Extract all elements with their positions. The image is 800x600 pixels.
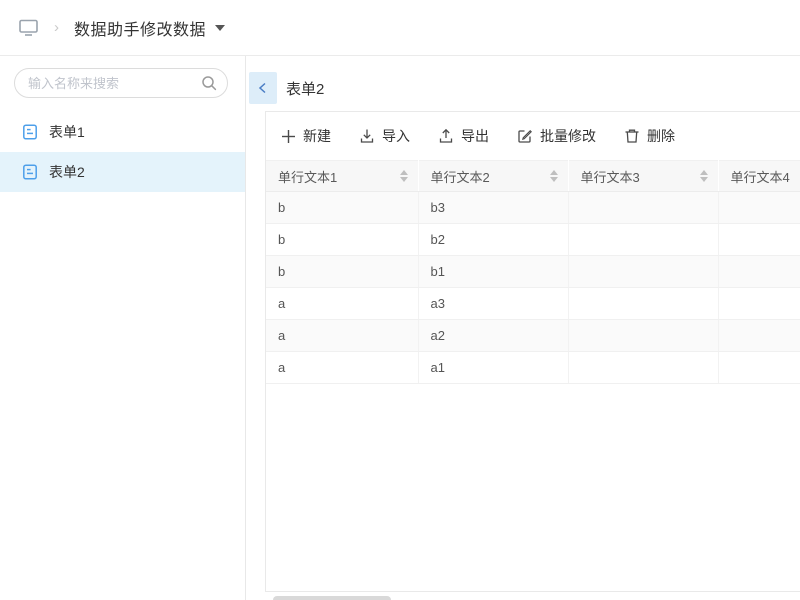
form-document-icon (22, 164, 38, 180)
table-cell[interactable] (718, 288, 800, 320)
column-header[interactable]: 单行文本4 (718, 161, 800, 192)
table-cell[interactable]: b (266, 224, 418, 256)
sidebar: 表单1 表单2 (0, 56, 246, 600)
import-button-label: 导入 (382, 126, 410, 146)
table-cell[interactable] (718, 224, 800, 256)
batch-edit-button-label: 批量修改 (540, 126, 596, 146)
topbar: › 数据助手修改数据 (0, 0, 800, 56)
chevron-left-icon (256, 81, 270, 95)
new-button-label: 新建 (303, 126, 331, 146)
page-title: 表单2 (286, 78, 324, 99)
search-box (14, 68, 228, 98)
export-button[interactable]: 导出 (438, 126, 489, 146)
table-cell[interactable]: b (266, 256, 418, 288)
data-card: 新建 导入 导出 (265, 111, 800, 592)
sidebar-item-label: 表单2 (49, 162, 85, 182)
page-header: 表单2 (249, 72, 800, 104)
table-cell[interactable] (568, 320, 718, 352)
main-panel: 表单2 新建 导入 (246, 56, 800, 600)
search-input[interactable] (14, 68, 228, 98)
sort-carets-icon[interactable] (394, 170, 408, 182)
table-cell[interactable] (568, 192, 718, 224)
table-row[interactable]: b b1 (266, 256, 800, 288)
table-cell[interactable]: b3 (418, 192, 568, 224)
back-button[interactable] (249, 72, 277, 104)
sidebar-item-form1[interactable]: 表单1 (0, 112, 245, 152)
column-label: 单行文本3 (581, 167, 640, 186)
app-title[interactable]: 数据助手修改数据 (74, 16, 206, 40)
search-icon[interactable] (201, 75, 217, 91)
sidebar-item-form2[interactable]: 表单2 (0, 152, 245, 192)
export-icon (438, 128, 454, 144)
delete-button[interactable]: 删除 (624, 126, 675, 146)
table-cell[interactable] (718, 352, 800, 384)
trash-icon (624, 128, 640, 144)
edit-icon (517, 128, 533, 144)
table-cell[interactable]: a1 (418, 352, 568, 384)
sort-carets-icon[interactable] (694, 170, 708, 182)
table-row[interactable]: a a1 (266, 352, 800, 384)
table-row[interactable]: a a2 (266, 320, 800, 352)
table-cell[interactable] (568, 288, 718, 320)
column-header[interactable]: 单行文本3 (568, 161, 718, 192)
table-cell[interactable]: b (266, 192, 418, 224)
table-cell[interactable] (718, 320, 800, 352)
table-row[interactable]: b b2 (266, 224, 800, 256)
delete-button-label: 删除 (647, 126, 675, 146)
table-cell[interactable]: a (266, 288, 418, 320)
new-button[interactable]: 新建 (281, 126, 331, 146)
table-cell[interactable] (718, 256, 800, 288)
horizontal-scrollbar-thumb[interactable] (273, 596, 391, 600)
data-table-wrap: 单行文本1 单行文本2 (266, 160, 800, 384)
column-label: 单行文本4 (731, 167, 790, 186)
column-label: 单行文本1 (278, 167, 337, 186)
column-label: 单行文本2 (431, 167, 490, 186)
table-cell[interactable] (568, 224, 718, 256)
table-cell[interactable] (568, 352, 718, 384)
export-button-label: 导出 (461, 126, 489, 146)
table-cell[interactable]: a (266, 320, 418, 352)
batch-edit-button[interactable]: 批量修改 (517, 126, 596, 146)
table-cell[interactable]: b2 (418, 224, 568, 256)
table-header-row: 单行文本1 单行文本2 (266, 161, 800, 192)
form-document-icon (22, 124, 38, 140)
toolbar: 新建 导入 导出 (266, 112, 800, 160)
table-row[interactable]: b b3 (266, 192, 800, 224)
chevron-down-icon[interactable] (215, 25, 225, 31)
plus-icon (281, 129, 296, 144)
table-cell[interactable]: a (266, 352, 418, 384)
monitor-icon[interactable] (18, 18, 39, 37)
table-cell[interactable] (568, 256, 718, 288)
table-row[interactable]: a a3 (266, 288, 800, 320)
table-cell[interactable] (718, 192, 800, 224)
import-button[interactable]: 导入 (359, 126, 410, 146)
breadcrumb-separator: › (54, 19, 59, 36)
import-icon (359, 128, 375, 144)
column-header[interactable]: 单行文本2 (418, 161, 568, 192)
table-cell[interactable]: b1 (418, 256, 568, 288)
column-header[interactable]: 单行文本1 (266, 161, 418, 192)
sidebar-item-label: 表单1 (49, 122, 85, 142)
layout: 表单1 表单2 表单2 (0, 56, 800, 600)
table-cell[interactable]: a2 (418, 320, 568, 352)
sort-carets-icon[interactable] (544, 170, 558, 182)
data-table: 单行文本1 单行文本2 (266, 160, 800, 384)
table-cell[interactable]: a3 (418, 288, 568, 320)
